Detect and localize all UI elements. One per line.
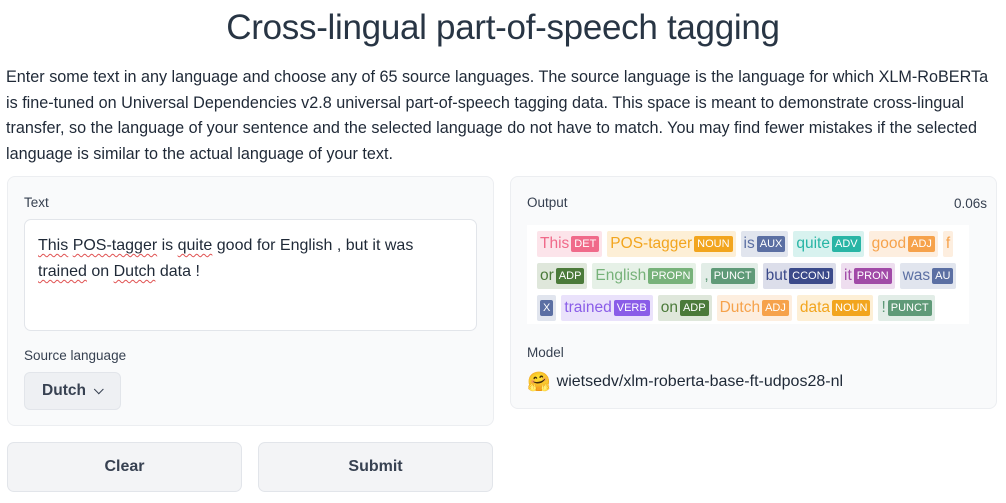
chevron-down-icon xyxy=(93,383,104,394)
pos-label: PUNCT xyxy=(710,268,755,284)
token-word: or xyxy=(540,267,554,284)
pos-label: ADP xyxy=(679,300,709,316)
text-input[interactable]: This POS-tagger is quite good for Englis… xyxy=(24,219,477,331)
pos-token: on ADP xyxy=(657,295,712,321)
pos-label: ADP xyxy=(555,268,585,284)
pos-token: or ADP xyxy=(537,263,588,289)
source-language-label: Source language xyxy=(24,348,127,363)
pos-label: NOUN xyxy=(832,300,871,316)
tagged-output: This DET POS-tagger NOUN is AUX quite ADV good AD… xyxy=(527,225,969,324)
pos-label: NOUN xyxy=(694,236,733,252)
pos-token: trained VERB xyxy=(561,295,653,321)
pos-label: CCONJ xyxy=(789,268,834,284)
token-word: but xyxy=(765,267,788,284)
pos-label: ADV xyxy=(832,236,861,252)
spellcheck-word: Dutch xyxy=(113,263,156,280)
token-word: data xyxy=(799,299,831,316)
tag-row: This DET POS-tagger NOUN is AUX quite ADV good AD… xyxy=(537,231,969,257)
token-word: it xyxy=(844,267,852,284)
page-title: Cross-lingual part-of-speech tagging xyxy=(226,8,780,47)
token-word: good xyxy=(871,235,907,252)
model-info: 🤗 wietsedv/xlm-roberta-base-ft-udpos28-n… xyxy=(527,370,843,394)
token-word: ! xyxy=(881,299,886,316)
spellcheck-word: trained xyxy=(38,263,87,280)
pos-token: data NOUN xyxy=(796,295,874,321)
pos-token: it PRON xyxy=(841,263,895,289)
pos-label: DET xyxy=(571,236,600,252)
token-word: , xyxy=(704,267,709,284)
pos-label: VERB xyxy=(613,300,650,316)
model-label: Model xyxy=(527,345,564,360)
token-word: This xyxy=(540,235,570,252)
pos-token: is AUX xyxy=(740,231,789,257)
pos-label: AU xyxy=(932,268,954,284)
pos-label: PUNCT xyxy=(887,300,932,316)
token-word: English xyxy=(595,267,647,284)
pos-token: , PUNCT xyxy=(701,263,758,289)
pos-token: X xyxy=(537,295,557,321)
hugging-face-icon: 🤗 xyxy=(527,372,551,393)
pos-label: PRON xyxy=(853,268,892,284)
pos-token: This DET xyxy=(537,231,603,257)
pos-token: ! PUNCT xyxy=(878,295,935,321)
token-word: Dutch xyxy=(719,299,761,316)
tag-row: Xtrained VERB on ADP Dutch ADJ data NOUN! PUNCT xyxy=(537,295,969,321)
output-label: Output xyxy=(527,195,568,210)
model-name: wietsedv/xlm-roberta-base-ft-udpos28-nl xyxy=(556,373,844,390)
token-word: was xyxy=(902,267,931,284)
spellcheck-word: This xyxy=(38,237,69,254)
token-word: trained xyxy=(564,299,612,316)
input-panel: Text This POS-tagger is quite good for E… xyxy=(7,176,494,426)
text-label: Text xyxy=(24,195,49,210)
pos-label: PROPN xyxy=(648,268,694,284)
token-word: f xyxy=(945,235,951,252)
source-language-dropdown[interactable]: Dutch xyxy=(24,372,121,410)
page-description: Enter some text in any language and choo… xyxy=(6,68,989,163)
pos-label: AUX xyxy=(756,236,786,252)
pos-token: f xyxy=(942,231,954,257)
token-word: is xyxy=(743,235,755,252)
token-word: quite xyxy=(796,235,830,252)
pos-label: X xyxy=(540,300,554,316)
spellcheck-word: quite xyxy=(177,237,213,254)
token-word: on xyxy=(660,299,678,316)
pos-label: ADJ xyxy=(762,300,789,316)
submit-button[interactable]: Submit xyxy=(258,442,493,492)
elapsed-time: 0.06s xyxy=(953,196,987,211)
spellcheck-word: POS-tagger xyxy=(72,237,158,254)
pos-token: but CCONJ xyxy=(762,263,837,289)
source-language-value: Dutch xyxy=(42,382,86,399)
pos-token: English PROPN xyxy=(592,263,697,289)
pos-token: POS-tagger NOUN xyxy=(607,231,736,257)
output-panel: Output 0.06s This DET POS-tagger NOUN is AUX q… xyxy=(510,176,997,409)
token-word: POS-tagger xyxy=(610,235,693,252)
pos-token: Dutch ADJ xyxy=(716,295,792,321)
pos-token: good ADJ xyxy=(868,231,938,257)
pos-label: ADJ xyxy=(908,236,935,252)
pos-token: was AU xyxy=(899,263,957,289)
clear-button[interactable]: Clear xyxy=(7,442,242,492)
pos-token: quite ADV xyxy=(793,231,864,257)
tag-row: or ADP English PROPN, PUNCT but CCONJ it PRON was… xyxy=(537,263,969,289)
